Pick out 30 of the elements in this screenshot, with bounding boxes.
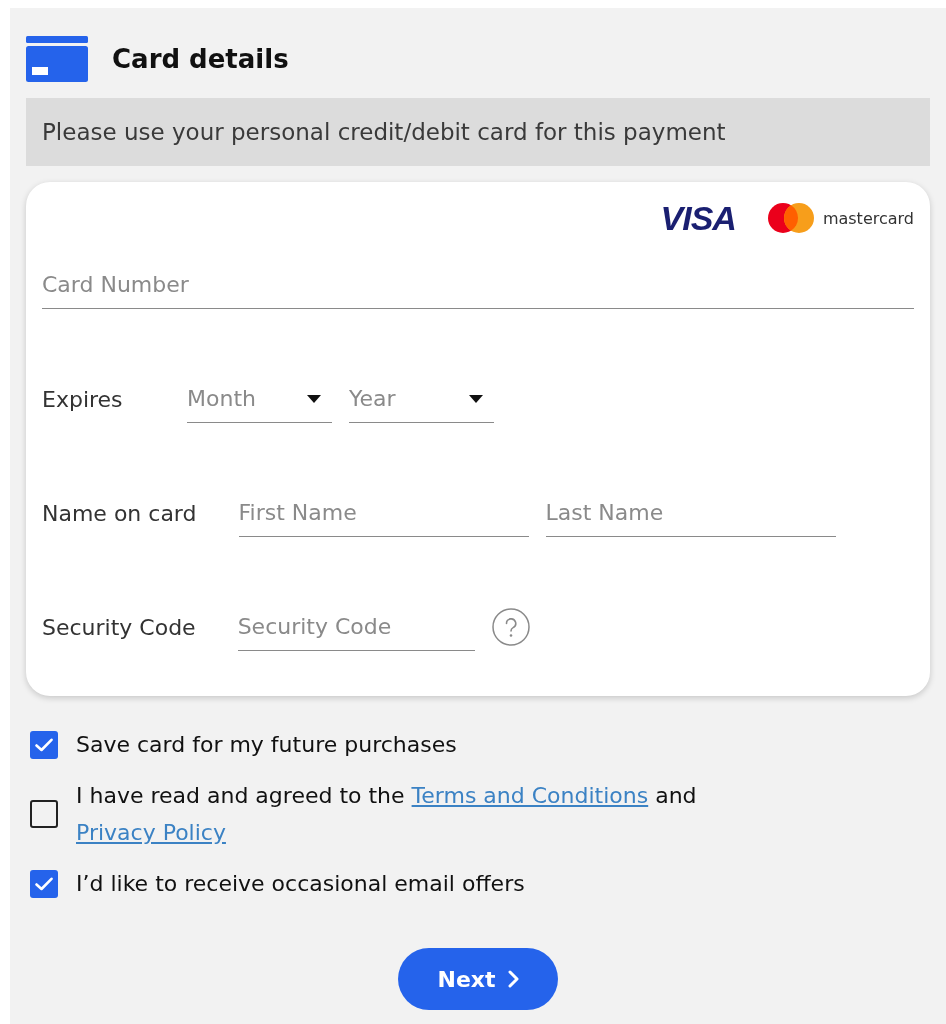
input-field[interactable]: First Name (238, 489, 529, 537)
mastercard-wordmark: mastercard (822, 208, 914, 228)
caret-down-icon (307, 394, 321, 403)
field-label: Name on card (42, 500, 197, 526)
dropdown-select[interactable]: Year (349, 375, 494, 423)
checkmark-icon (35, 737, 53, 752)
text-link[interactable]: Privacy Policy (76, 820, 226, 845)
notice-banner: Please use your personal credit/debit card for this payment (26, 98, 930, 166)
checkbox[interactable] (30, 730, 58, 759)
overlapping-circles-icon (767, 203, 814, 233)
dropdown-select[interactable]: Month (187, 375, 332, 423)
option-label: Save card for my future purchases (76, 731, 457, 759)
section-title: Card details (112, 44, 289, 74)
caret-down-icon (469, 394, 483, 403)
credit-card-icon (26, 36, 88, 82)
field-label: Security Code (42, 614, 196, 640)
chevron-right-icon (507, 970, 519, 988)
next-button[interactable]: Next (398, 948, 558, 1010)
card-number-input[interactable]: Card Number (42, 261, 914, 309)
input-field[interactable]: Last Name (545, 489, 836, 537)
checkmark-icon (35, 876, 53, 891)
checkbox[interactable] (30, 800, 58, 828)
input-field[interactable]: Security Code (237, 603, 475, 651)
help-icon[interactable] (491, 608, 530, 646)
text-link[interactable]: Terms and Conditions (411, 783, 649, 808)
visa-logo: VISA (660, 201, 736, 235)
checkbox[interactable] (30, 869, 58, 898)
option-label: I have read and agreed to the Terms and Conditions and Privacy Policy (76, 782, 698, 847)
option-label: I’d like to receive occasional email offers (76, 870, 525, 898)
field-label: Expires (42, 386, 124, 412)
